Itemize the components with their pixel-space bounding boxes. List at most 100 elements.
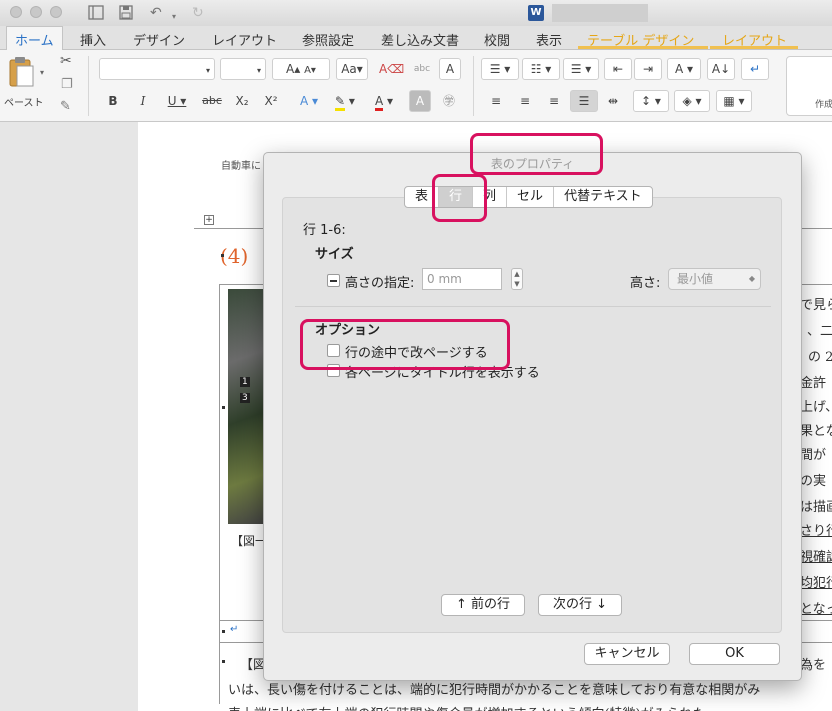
table-properties-dialog: 表のプロパティ 行 1-6: サイズ 高さの指定: ▲▼ 高さ: 最小値 ◆ オ… bbox=[263, 152, 802, 681]
undo-dropdown-icon[interactable]: ▾ bbox=[172, 8, 176, 26]
numbered-list-icon: ☷ ▾ bbox=[530, 62, 552, 76]
align-center-button[interactable]: ≡ bbox=[512, 90, 538, 112]
tab-home[interactable]: ホーム bbox=[6, 26, 63, 51]
clear-format-button[interactable]: A⌫ bbox=[378, 58, 404, 80]
tab-alt-text[interactable]: 代替テキスト bbox=[554, 187, 652, 207]
height-stepper[interactable]: ▲ ▼ bbox=[511, 268, 523, 290]
text-effects-button[interactable]: A ▾ bbox=[294, 90, 324, 112]
show-formatting-button[interactable]: ↵ bbox=[741, 58, 769, 80]
minimize-window-button[interactable] bbox=[30, 6, 42, 18]
line-spacing-button[interactable]: ↕ ▾ bbox=[633, 90, 669, 112]
tab-design[interactable]: デザイン bbox=[133, 30, 185, 49]
borders-button[interactable]: ▦ ▾ bbox=[716, 90, 752, 112]
bullets-button[interactable]: ☰ ▾ bbox=[481, 58, 519, 80]
tab-column[interactable]: 列 bbox=[473, 187, 508, 207]
paragraph-shading-button[interactable]: ◈ ▾ bbox=[674, 90, 710, 112]
bold-button[interactable]: B bbox=[101, 90, 125, 112]
close-window-button[interactable] bbox=[10, 6, 22, 18]
character-shading-button[interactable]: A bbox=[409, 90, 431, 112]
height-checkbox-label: 高さの指定: bbox=[345, 276, 415, 291]
tab-references[interactable]: 参照設定 bbox=[302, 30, 354, 49]
increase-indent-icon: ⇥ bbox=[642, 62, 654, 76]
title-bar: ↶ ▾ ↻ W bbox=[0, 0, 832, 26]
font-grow-shrink-group[interactable]: A▴ A▾ bbox=[272, 58, 330, 80]
tab-table-design[interactable]: テーブル デザイン bbox=[587, 30, 694, 49]
strikethrough-button[interactable]: abc bbox=[197, 90, 227, 112]
tab-mailings[interactable]: 差し込み文書 bbox=[381, 30, 459, 49]
distributed-button[interactable]: ⇹ bbox=[600, 90, 626, 112]
body-text-line: 視確認 bbox=[800, 550, 832, 565]
subscript-button[interactable]: X₂ bbox=[229, 90, 255, 112]
paste-icon[interactable] bbox=[8, 56, 38, 88]
body-text-line: 表上端に比べて左上端の犯行時間や傷合量が増加するという傾向(特徴)がみられた。 bbox=[228, 703, 719, 711]
sidebar-icon[interactable] bbox=[88, 5, 104, 20]
tab-table-layout[interactable]: レイアウト bbox=[722, 30, 787, 49]
dialog-title: 表のプロパティ bbox=[490, 157, 575, 171]
tab-row[interactable]: 行 bbox=[439, 187, 474, 207]
justify-button[interactable]: ☰ bbox=[570, 90, 598, 112]
copy-icon[interactable]: ❐ bbox=[61, 77, 73, 92]
tab-insert[interactable]: 挿入 bbox=[80, 30, 106, 49]
grow-font-icon[interactable]: A▴ bbox=[286, 62, 300, 76]
zoom-window-button[interactable] bbox=[50, 6, 62, 18]
superscript-button[interactable]: X² bbox=[258, 90, 284, 112]
allow-row-break-checkbox[interactable] bbox=[327, 344, 340, 357]
enclose-characters-icon: ㊫ bbox=[442, 94, 455, 108]
decrease-indent-icon: ⇤ bbox=[612, 62, 624, 76]
font-name-select[interactable]: ▾ bbox=[99, 58, 215, 80]
paste-dropdown-icon[interactable]: ▾ bbox=[40, 68, 44, 77]
font-size-select[interactable]: ▾ bbox=[220, 58, 266, 80]
sort-button[interactable]: A↓ bbox=[707, 58, 735, 80]
save-icon[interactable] bbox=[119, 5, 133, 20]
ok-button[interactable]: OK bbox=[689, 643, 780, 665]
underline-button[interactable]: U ▾ bbox=[160, 90, 194, 112]
tab-cell[interactable]: セル bbox=[507, 187, 555, 207]
tab-review[interactable]: 校閲 bbox=[484, 30, 510, 49]
phonetic-guide-button[interactable]: abc bbox=[409, 58, 435, 80]
shrink-font-icon[interactable]: A▾ bbox=[304, 65, 316, 76]
next-row-button[interactable]: 次の行 ↓ bbox=[538, 594, 622, 616]
height-rule-select[interactable]: 最小値 ◆ bbox=[668, 268, 761, 290]
options-section-label: オプション bbox=[315, 323, 381, 338]
asian-layout-button[interactable]: A ▾ bbox=[667, 58, 701, 80]
format-painter-icon[interactable]: ✎ bbox=[60, 99, 71, 114]
subscript-icon: X₂ bbox=[235, 94, 249, 108]
text-effects-icon: A ▾ bbox=[299, 94, 319, 108]
table-move-handle[interactable]: + bbox=[204, 215, 214, 225]
align-left-button[interactable]: ≡ bbox=[483, 90, 509, 112]
paragraph-mark-icon: ↵ bbox=[230, 624, 239, 635]
height-input[interactable] bbox=[422, 268, 502, 290]
tab-table[interactable]: 表 bbox=[405, 187, 440, 207]
row-range-label: 行 1-6: bbox=[303, 223, 346, 238]
height-checkbox[interactable] bbox=[327, 274, 340, 287]
distributed-icon: ⇹ bbox=[607, 94, 619, 108]
cancel-button[interactable]: キャンセル bbox=[584, 643, 670, 665]
body-text-line: は描画 bbox=[800, 500, 832, 515]
enclose-characters-button[interactable]: ㊫ bbox=[437, 90, 461, 112]
undo-icon[interactable]: ↶ bbox=[150, 4, 162, 22]
highlight-button[interactable]: ✎ ▾ bbox=[327, 90, 363, 112]
styles-label: 作成 bbox=[815, 100, 832, 110]
paste-label: ペースト bbox=[4, 98, 44, 109]
phonetic-guide-icon: abc bbox=[413, 64, 431, 74]
character-border-button[interactable]: A bbox=[439, 58, 461, 80]
redo-icon[interactable]: ↻ bbox=[192, 4, 204, 22]
sort-icon: A↓ bbox=[711, 62, 731, 76]
repeat-header-row-checkbox[interactable] bbox=[327, 364, 340, 377]
tab-view[interactable]: 表示 bbox=[536, 30, 562, 49]
paragraph-bullet bbox=[221, 254, 224, 257]
align-right-button[interactable]: ≡ bbox=[541, 90, 567, 112]
font-color-button[interactable]: A ▾ bbox=[366, 90, 402, 112]
previous-row-button[interactable]: ↑ 前の行 bbox=[441, 594, 525, 616]
multilevel-list-button[interactable]: ☰ ▾ bbox=[563, 58, 599, 80]
align-center-icon: ≡ bbox=[519, 94, 531, 108]
styles-gallery[interactable]: 作成 bbox=[786, 56, 832, 116]
numbering-button[interactable]: ☷ ▾ bbox=[522, 58, 560, 80]
decrease-indent-button[interactable]: ⇤ bbox=[604, 58, 632, 80]
tab-layout[interactable]: レイアウト bbox=[212, 30, 277, 49]
change-case-button[interactable]: Aa▾ bbox=[336, 58, 368, 80]
font-color-icon: A bbox=[374, 94, 384, 111]
italic-button[interactable]: I bbox=[131, 90, 155, 112]
increase-indent-button[interactable]: ⇥ bbox=[634, 58, 662, 80]
cut-icon[interactable]: ✂ bbox=[60, 53, 72, 69]
